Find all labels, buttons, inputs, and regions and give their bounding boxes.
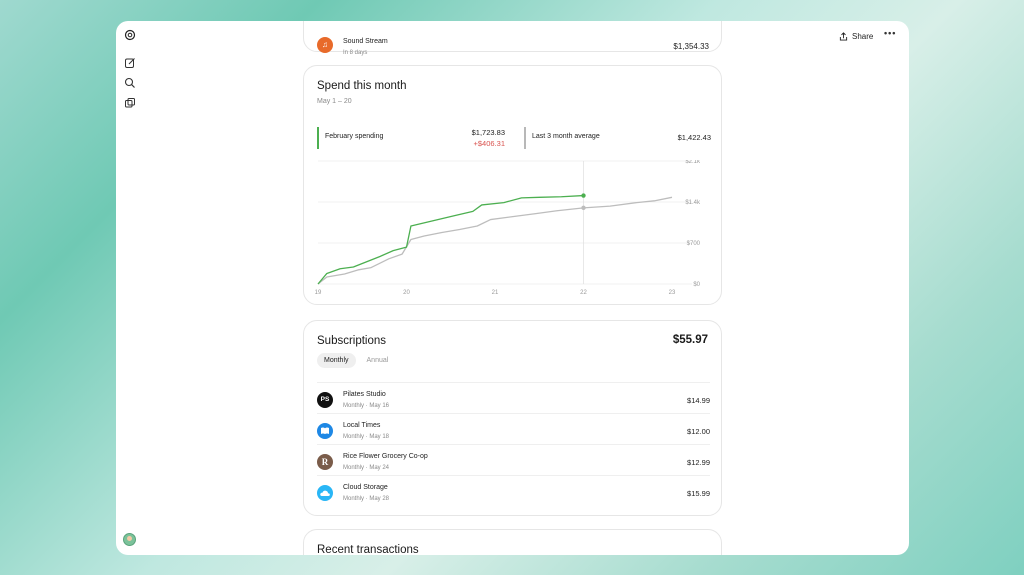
tab-annual[interactable]: Annual	[360, 353, 396, 368]
item-amount: $12.00	[687, 427, 710, 436]
legend-current-value: $1,723.83	[471, 128, 505, 137]
share-label: Share	[852, 31, 874, 41]
series-point	[581, 205, 586, 211]
new-chat-icon[interactable]	[124, 57, 136, 69]
pilates-logo-icon: PS	[317, 392, 333, 408]
list-item[interactable]: PS Pilates Studio Monthly · May 16 $14.9…	[317, 382, 710, 413]
music-note-icon: ♫	[317, 37, 333, 53]
x-tick-label: 22	[580, 290, 587, 296]
bill-amount: $1,354.33	[673, 42, 709, 51]
y-tick-label: $2.1k	[685, 160, 701, 165]
more-options-icon[interactable]: •••	[884, 28, 896, 38]
item-amount: $12.99	[687, 458, 710, 467]
series-line-current	[317, 194, 584, 285]
cloud-icon	[317, 485, 333, 501]
avatar[interactable]	[123, 533, 136, 546]
legend-current-delta: +$406.31	[473, 139, 506, 148]
spend-date-range: May 1 – 20	[317, 98, 352, 105]
upcoming-bill-card[interactable]: ♫ Sound Stream In 8 days $1,354.33	[303, 21, 722, 56]
item-meta: Monthly · May 24	[343, 465, 390, 471]
grocery-logo-icon: R	[317, 454, 333, 470]
share-button[interactable]: Share	[839, 29, 873, 43]
tab-monthly[interactable]: Monthly	[317, 353, 356, 368]
y-tick-label: $1.4k	[685, 200, 701, 206]
recent-transactions-card: Recent transactions	[303, 529, 722, 555]
item-name: Rice Flower Grocery Co-op	[343, 453, 428, 460]
openai-logo-icon[interactable]	[124, 29, 136, 41]
spend-title: Spend this month	[317, 80, 407, 92]
recent-transactions-title: Recent transactions	[317, 544, 419, 555]
x-tick-label: 23	[669, 290, 676, 296]
item-name: Pilates Studio	[343, 391, 386, 398]
subscriptions-card: Subscriptions $55.97 Monthly Annual PS P…	[303, 320, 722, 516]
x-tick-label: 21	[492, 290, 499, 296]
legend-average-label: Last 3 month average	[532, 133, 600, 140]
series-line-average	[317, 196, 673, 285]
search-icon[interactable]	[124, 77, 136, 89]
item-meta: Monthly · May 16	[343, 403, 390, 409]
subscription-tabs: Monthly Annual	[317, 353, 395, 368]
share-icon	[839, 31, 848, 41]
legend-current[interactable]: February spending $1,723.83 +$406.31	[317, 127, 505, 149]
bill-due: In 8 days	[343, 50, 368, 56]
series-point	[581, 193, 586, 198]
bill-name: Sound Stream	[343, 38, 388, 45]
y-tick-label: $700	[687, 241, 701, 247]
item-name: Local Times	[343, 422, 381, 429]
spend-card: Spend this month May 1 – 20 February spe…	[303, 65, 722, 305]
list-item[interactable]: Cloud Storage Monthly · May 28 $15.99	[317, 475, 710, 506]
subscriptions-title: Subscriptions	[317, 335, 387, 347]
book-icon	[317, 423, 333, 439]
item-amount: $15.99	[687, 489, 710, 498]
y-tick-label: $0	[693, 282, 700, 288]
item-amount: $14.99	[687, 396, 710, 405]
item-meta: Monthly · May 18	[343, 434, 390, 440]
list-item[interactable]: R Rice Flower Grocery Co-op Monthly · Ma…	[317, 444, 710, 475]
legend-current-label: February spending	[325, 133, 384, 140]
legend-average[interactable]: Last 3 month average $1,422.43	[524, 127, 711, 149]
spend-line-chart[interactable]: $0 $700 $1.4k $2.1k 19 20 21 22 23	[304, 160, 723, 306]
item-meta: Monthly · May 28	[343, 496, 390, 502]
subscriptions-total: $55.97	[672, 334, 708, 346]
list-item[interactable]: Local Times Monthly · May 18 $12.00	[317, 413, 710, 444]
app-window: Share ••• ♫ Sound Stream In 8 days $1,35…	[116, 21, 909, 555]
item-name: Cloud Storage	[343, 484, 388, 491]
x-tick-label: 20	[403, 290, 410, 296]
library-icon[interactable]	[124, 97, 136, 109]
x-tick-label: 19	[315, 290, 322, 296]
sidebar	[116, 21, 144, 555]
legend-average-value: $1,422.43	[677, 133, 711, 142]
